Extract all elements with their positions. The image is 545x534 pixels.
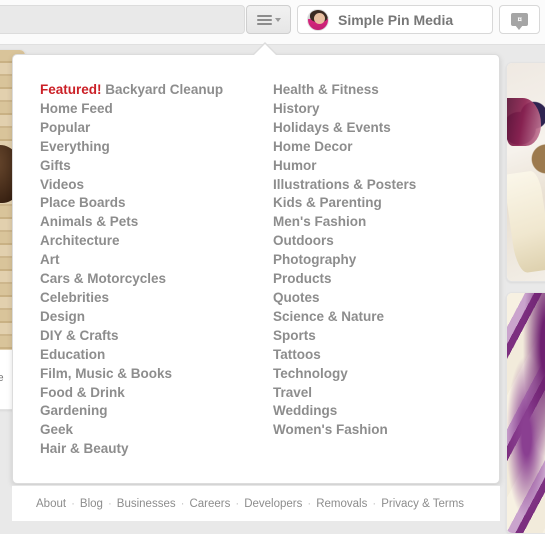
footer-separator: · [307, 497, 312, 510]
footer-link[interactable]: Blog [80, 498, 103, 510]
category-menu-item[interactable]: Gardening [40, 402, 262, 421]
pin-image [507, 293, 545, 533]
category-menu-item[interactable]: Education [40, 346, 262, 365]
category-menu-item[interactable]: History [273, 100, 499, 119]
category-menu-item[interactable]: Kids & Parenting [273, 194, 499, 213]
search-input[interactable] [0, 6, 244, 33]
category-menu-item[interactable]: Home Feed [40, 100, 262, 119]
category-menu-item[interactable]: Place Boards [40, 194, 262, 213]
category-menu-item[interactable]: Food & Drink [40, 384, 262, 403]
footer-link[interactable]: Careers [189, 498, 230, 510]
footer-link[interactable]: Developers [244, 498, 302, 510]
category-menu-item[interactable]: Videos [40, 176, 262, 195]
hamburger-icon [256, 13, 272, 27]
footer-separator: · [235, 497, 240, 510]
category-menu-item[interactable]: Health & Fitness [273, 81, 499, 100]
category-menu-item[interactable]: Technology [273, 365, 499, 384]
category-menu-item[interactable]: Featured! Backyard Cleanup [40, 81, 262, 100]
category-menu-item[interactable]: Cars & Motorcycles [40, 270, 262, 289]
category-menu-item[interactable]: Design [40, 308, 262, 327]
category-menu-item[interactable]: Tattoos [273, 346, 499, 365]
hamburger-menu-button[interactable] [246, 5, 291, 34]
category-menu-item[interactable]: Travel [273, 384, 499, 403]
top-navigation-bar: Simple Pin Media ¤ [0, 0, 545, 45]
category-column-right: Health & Fitness History Holidays & Events… [262, 81, 499, 459]
search-field[interactable] [0, 5, 245, 34]
profile-name: Simple Pin Media [338, 11, 454, 28]
category-menu-item[interactable]: Art [40, 251, 262, 270]
footer-link[interactable]: Privacy & Terms [381, 498, 464, 510]
pin-card[interactable] [506, 62, 545, 282]
chevron-down-icon [274, 17, 281, 22]
category-menu-item[interactable]: Science & Nature [273, 308, 499, 327]
category-dropdown-panel: Featured! Backyard Cleanup Home Feed Popul… [12, 54, 500, 484]
category-menu-item[interactable]: Popular [40, 119, 262, 138]
footer-separator: · [71, 497, 75, 510]
footer-link[interactable]: About [36, 498, 66, 510]
pin-image [507, 63, 545, 281]
footer-links-bar: About · Blog · Businesses · Careers · Developers… [12, 485, 500, 521]
pin-card[interactable] [506, 292, 545, 534]
footer-link[interactable]: Businesses [117, 498, 176, 510]
category-menu-item[interactable]: Geek [40, 421, 262, 440]
category-columns: Featured! Backyard Cleanup Home Feed Popul… [13, 55, 499, 459]
category-menu-item[interactable]: Illustrations & Posters [273, 176, 499, 195]
category-menu-item[interactable]: Hair & Beauty [40, 440, 262, 459]
category-menu-item[interactable]: Outdoors [273, 232, 499, 251]
category-menu-item[interactable]: DIY & Crafts [40, 327, 262, 346]
avatar [307, 8, 329, 31]
category-menu-item-label: Backyard Cleanup [101, 82, 224, 97]
category-menu-item[interactable]: Sports [273, 327, 499, 346]
category-menu-item[interactable]: Holidays & Events [273, 119, 499, 138]
category-column-left: Featured! Backyard Cleanup Home Feed Popul… [13, 81, 262, 459]
dropdown-caret [253, 44, 277, 56]
footer-separator: · [372, 497, 377, 510]
category-menu-item[interactable]: Gifts [40, 157, 262, 176]
category-menu-item[interactable]: Animals & Pets [40, 213, 262, 232]
category-menu-item[interactable]: Women's Fashion [273, 421, 499, 440]
category-menu-item[interactable]: Photography [273, 251, 499, 270]
category-menu-item[interactable]: Film, Music & Books [40, 365, 262, 384]
category-menu-item[interactable]: Men's Fashion [273, 213, 499, 232]
footer-separator: · [107, 497, 112, 510]
category-menu-item[interactable]: Everything [40, 138, 262, 157]
category-menu-item[interactable]: Celebrities [40, 289, 262, 308]
footer-separator: · [180, 497, 185, 510]
category-menu-item[interactable]: Products [273, 270, 499, 289]
category-menu-item[interactable]: Architecture [40, 232, 262, 251]
messages-button[interactable]: ¤ [499, 5, 540, 34]
category-menu-item[interactable]: Home Decor [273, 138, 499, 157]
footer-link[interactable]: Removals [316, 498, 367, 510]
message-bubble-icon: ¤ [511, 13, 528, 30]
category-menu-item[interactable]: Weddings [273, 402, 499, 421]
featured-badge: Featured! [40, 82, 102, 97]
category-menu-item[interactable]: Quotes [273, 289, 499, 308]
category-menu-item[interactable]: Humor [273, 157, 499, 176]
profile-button[interactable]: Simple Pin Media [297, 5, 493, 34]
